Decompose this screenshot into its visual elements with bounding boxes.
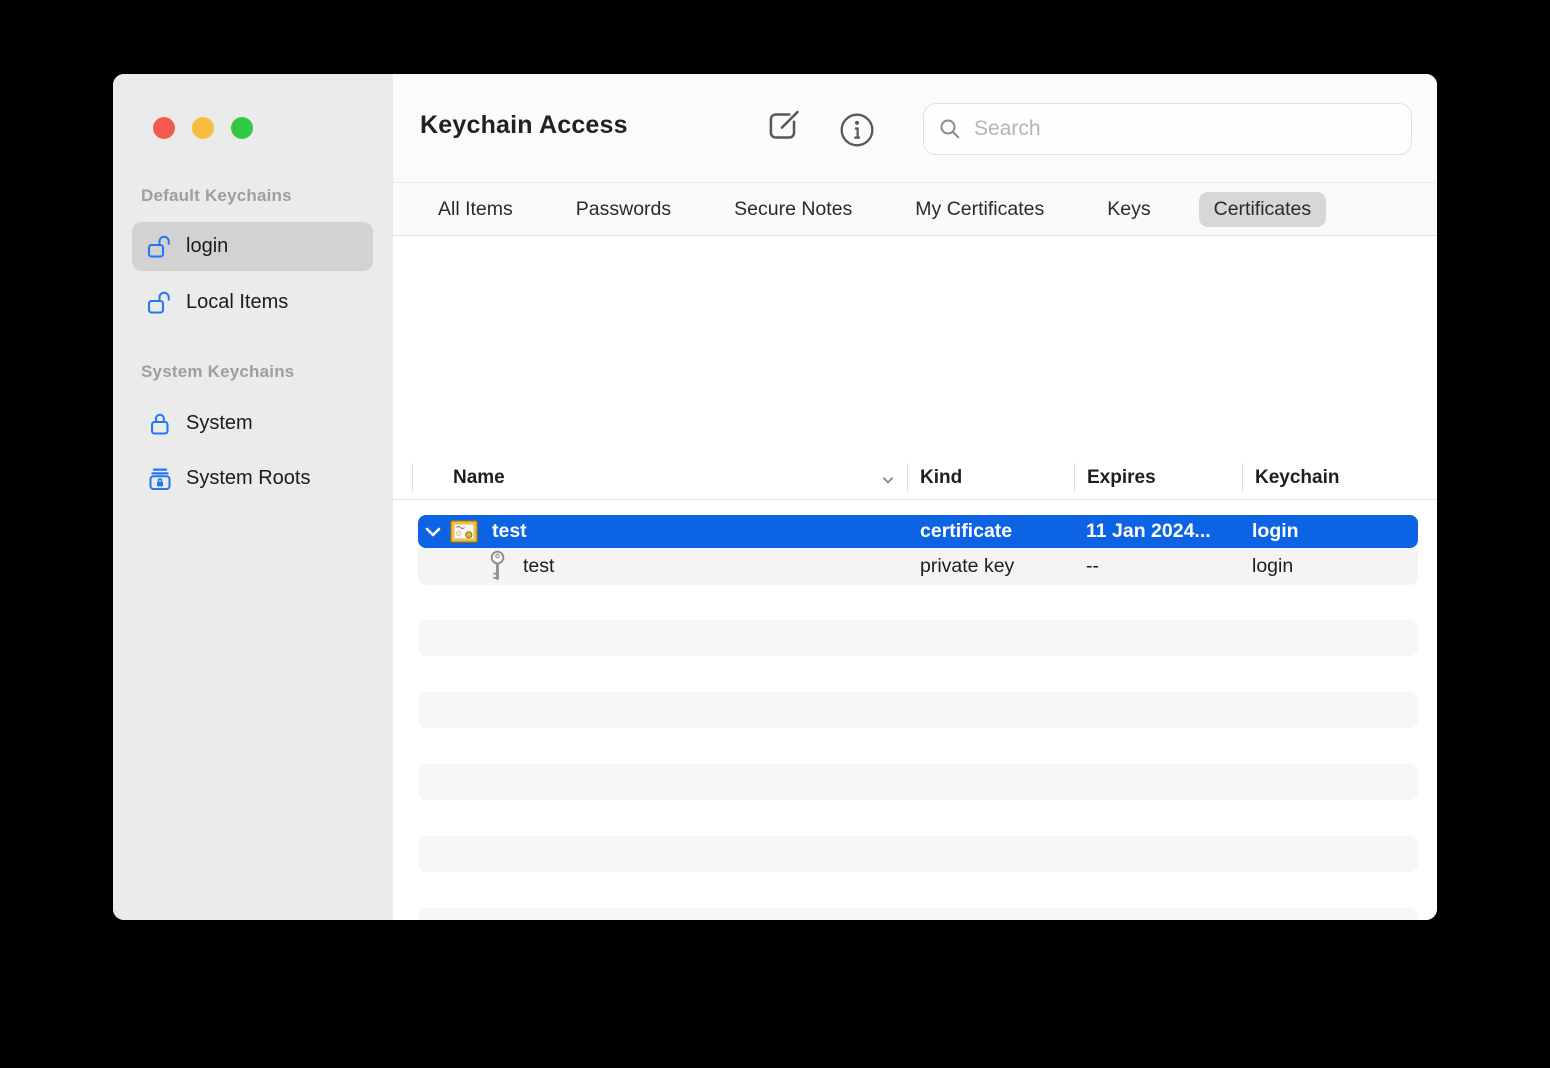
search-field <box>923 103 1412 155</box>
empty-row-stripe <box>418 620 1418 656</box>
traffic-lights <box>153 117 253 139</box>
column-separator <box>412 463 413 492</box>
certificate-icon <box>450 515 478 548</box>
tab-certificates[interactable]: Certificates <box>1199 192 1327 227</box>
minimize-button[interactable] <box>192 117 214 139</box>
table-header: Name Kind Expires Keychain <box>393 455 1437 500</box>
column-header-keychain[interactable]: Keychain <box>1255 455 1339 500</box>
row-kind: certificate <box>920 515 1012 548</box>
info-button[interactable] <box>835 109 879 153</box>
sidebar-item-login[interactable]: login <box>132 222 373 271</box>
table-row-private-key-test[interactable]: test private key -- login <box>418 548 1418 585</box>
sidebar-section-system-keychains: System Keychains <box>141 362 294 382</box>
empty-row-stripe <box>418 908 1418 920</box>
sort-chevron-down-icon <box>881 472 895 490</box>
table-row-certificate-test[interactable]: test certificate 11 Jan 2024... login <box>418 515 1418 548</box>
tab-secure-notes[interactable]: Secure Notes <box>719 192 867 227</box>
category-tabs: All Items Passwords Secure Notes My Cert… <box>393 182 1437 236</box>
zoom-button[interactable] <box>231 117 253 139</box>
row-expires: 11 Jan 2024... <box>1086 515 1211 548</box>
column-header-kind[interactable]: Kind <box>920 455 962 500</box>
unlock-icon <box>147 290 173 316</box>
chevron-down-icon[interactable] <box>425 515 441 548</box>
search-icon <box>938 117 962 141</box>
sidebar-section-default-keychains: Default Keychains <box>141 186 292 206</box>
empty-row-stripe <box>418 836 1418 872</box>
sidebar-item-system-roots[interactable]: System Roots <box>132 454 373 503</box>
toolbar: Keychain Access <box>393 74 1437 182</box>
row-name: test <box>523 548 554 585</box>
sidebar-item-label: System Roots <box>186 467 310 490</box>
main-pane: Keychain Access <box>393 74 1437 920</box>
tab-all-items[interactable]: All Items <box>423 192 528 227</box>
empty-row-stripe <box>418 764 1418 800</box>
compose-icon <box>762 105 804 150</box>
row-expires: -- <box>1086 548 1099 585</box>
tab-passwords[interactable]: Passwords <box>561 192 686 227</box>
key-icon <box>489 548 506 585</box>
sidebar-item-label: System <box>186 412 253 435</box>
row-keychain: login <box>1252 548 1293 585</box>
sidebar-item-label: login <box>186 235 228 258</box>
search-input[interactable] <box>972 116 1397 142</box>
empty-row-stripe <box>418 692 1418 728</box>
tab-my-certificates[interactable]: My Certificates <box>900 192 1059 227</box>
sidebar-item-local-items[interactable]: Local Items <box>132 278 373 327</box>
sidebar: Default Keychains login Local <box>113 74 394 920</box>
sidebar-item-label: Local Items <box>186 291 288 314</box>
page-title: Keychain Access <box>420 111 628 140</box>
unlock-icon <box>147 234 173 260</box>
info-icon <box>838 111 876 152</box>
column-header-name[interactable]: Name <box>453 455 505 500</box>
column-header-expires[interactable]: Expires <box>1087 455 1156 500</box>
column-separator[interactable] <box>907 463 908 492</box>
desktop: Default Keychains login Local <box>0 0 1550 1068</box>
close-button[interactable] <box>153 117 175 139</box>
tab-keys[interactable]: Keys <box>1092 192 1165 227</box>
row-name: test <box>492 515 527 548</box>
compose-button[interactable] <box>761 105 805 149</box>
column-separator[interactable] <box>1242 463 1243 492</box>
row-kind: private key <box>920 548 1014 585</box>
row-keychain: login <box>1252 515 1299 548</box>
lock-icon <box>147 411 173 437</box>
keychain-access-window: Default Keychains login Local <box>113 74 1437 920</box>
column-separator[interactable] <box>1074 463 1075 492</box>
sidebar-item-system[interactable]: System <box>132 399 373 448</box>
lockbox-icon <box>147 466 173 492</box>
